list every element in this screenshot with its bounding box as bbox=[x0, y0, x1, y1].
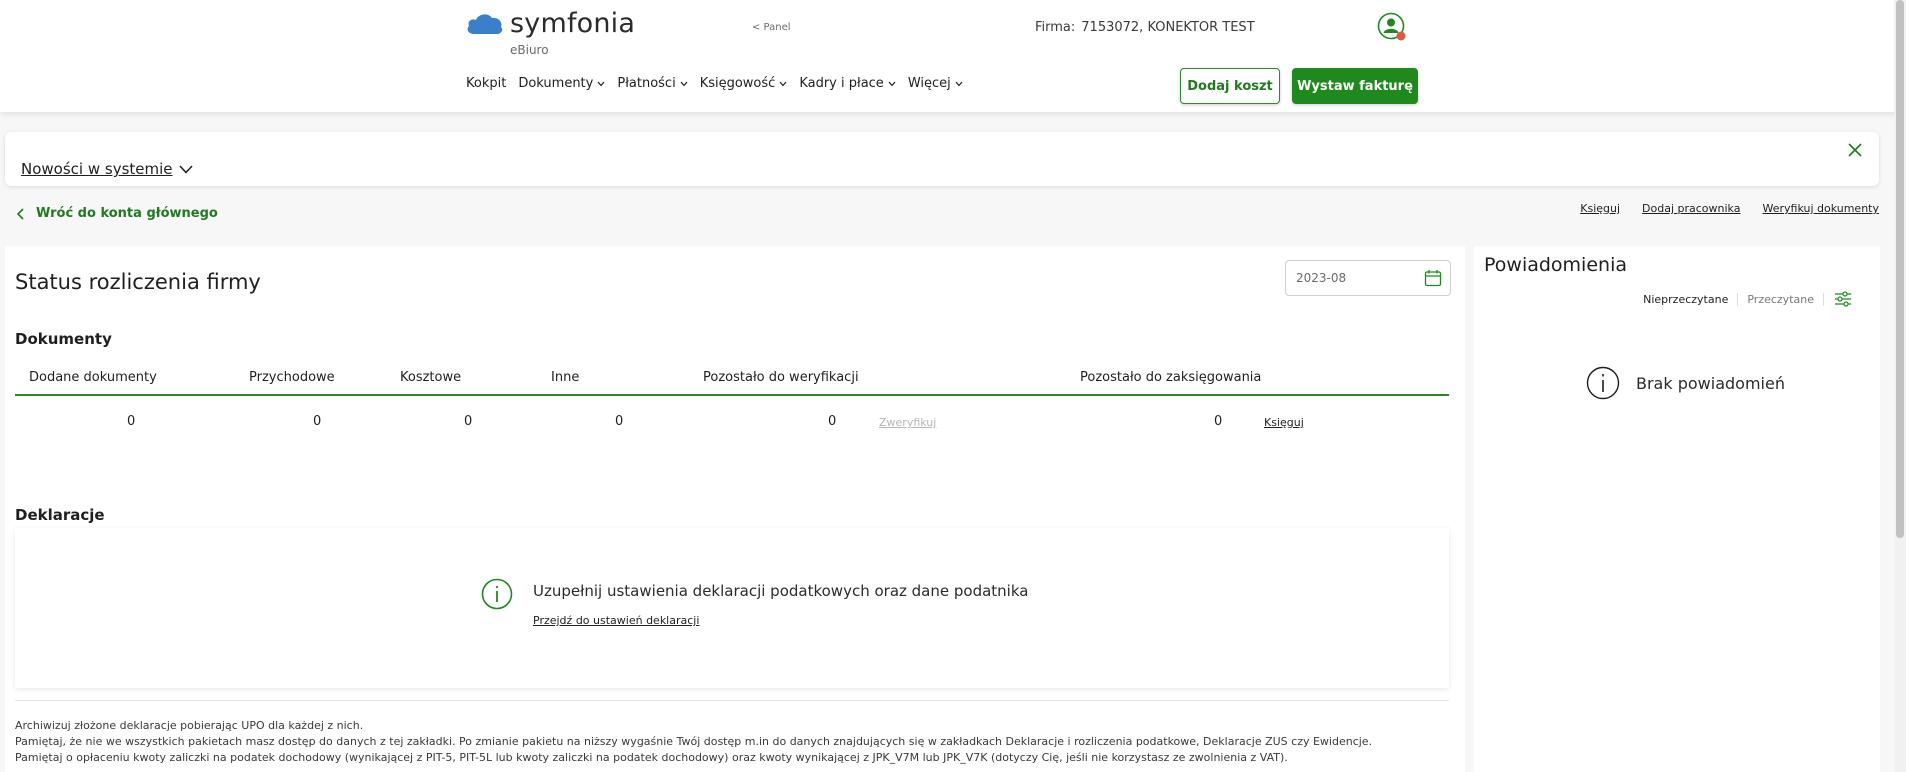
nav-label: Płatności bbox=[617, 76, 676, 91]
back-to-main-account-link[interactable]: Wróć do konta głównego bbox=[16, 206, 218, 221]
added-documents-count: 0 bbox=[127, 414, 136, 429]
other-documents-count: 0 bbox=[615, 414, 624, 429]
symfonia-logo[interactable]: symfonia bbox=[466, 6, 635, 40]
book-link[interactable]: Księguj bbox=[1580, 202, 1620, 215]
chevron-left-icon bbox=[16, 207, 24, 220]
cost-documents-count: 0 bbox=[464, 414, 473, 429]
chevron-down-icon bbox=[888, 81, 896, 86]
month-value: 2023-08 bbox=[1296, 271, 1347, 285]
declarations-notes: Archiwizuj złożone deklaracje pobierając… bbox=[15, 718, 1372, 766]
chevron-down-icon bbox=[955, 81, 963, 86]
note-line: Pamiętaj, że nie we wszystkich pakietach… bbox=[15, 735, 1373, 748]
filter-icon[interactable] bbox=[1834, 290, 1852, 308]
notifications-title: Powiadomienia bbox=[1484, 254, 1627, 276]
verify-link[interactable]: Zweryfikuj bbox=[879, 416, 936, 429]
cloud-logo-icon bbox=[467, 14, 503, 34]
main-nav: Kokpit Dokumenty Płatności Księgowość Ka… bbox=[466, 76, 975, 91]
chevron-down-icon bbox=[178, 164, 193, 174]
note-line: Pamiętaj o opłaceniu kwoty zaliczki na p… bbox=[15, 751, 1288, 764]
notifications-panel: Powiadomienia Nieprzeczytane Przeczytane… bbox=[1474, 246, 1880, 772]
calendar-icon[interactable] bbox=[1424, 269, 1442, 287]
column-header: Pozostało do weryfikacji bbox=[703, 370, 859, 385]
panel-link[interactable]: < Panel bbox=[752, 22, 791, 33]
column-header: Kosztowe bbox=[400, 370, 462, 385]
chevron-down-icon bbox=[680, 81, 688, 86]
back-label: Wróć do konta głównego bbox=[36, 206, 218, 221]
month-picker[interactable]: 2023-08 bbox=[1285, 260, 1451, 296]
documents-section-title: Dokumenty bbox=[15, 330, 112, 348]
scrollbar-thumb[interactable] bbox=[1896, 0, 1904, 538]
column-header: Przychodowe bbox=[249, 370, 335, 385]
empty-notifications: Brak powiadomień bbox=[1586, 366, 1785, 400]
logo-text: symfonia bbox=[510, 7, 636, 39]
news-toggle[interactable]: Nowości w systemie bbox=[21, 160, 193, 178]
news-label: Nowości w systemie bbox=[21, 160, 173, 178]
column-header: Dodane dokumenty bbox=[29, 370, 157, 385]
company-status-panel: Status rozliczenia firmy 2023-08 Dokumen… bbox=[5, 246, 1465, 772]
declarations-section-title: Deklaracje bbox=[15, 506, 105, 524]
empty-message: Brak powiadomień bbox=[1636, 373, 1785, 393]
firm-info: Firma: 7153072, KONEKTOR TEST bbox=[1035, 20, 1255, 35]
chevron-down-icon bbox=[779, 81, 787, 86]
nav-item-ksiegowosc[interactable]: Księgowość bbox=[700, 76, 788, 91]
column-header: Pozostało do zaksięgowania bbox=[1080, 370, 1262, 385]
verify-documents-link[interactable]: Weryfikuj dokumenty bbox=[1762, 202, 1879, 215]
user-icon[interactable] bbox=[1377, 12, 1407, 42]
tab-unread[interactable]: Nieprzeczytane bbox=[1634, 293, 1737, 306]
notifications-tabs: Nieprzeczytane Przeczytane bbox=[1634, 290, 1852, 308]
tab-read[interactable]: Przeczytane bbox=[1737, 292, 1824, 306]
info-icon bbox=[1586, 366, 1620, 400]
nav-label: Kokpit bbox=[466, 76, 507, 91]
chevron-down-icon bbox=[597, 81, 605, 86]
book-row-link[interactable]: Księguj bbox=[1264, 416, 1304, 429]
firm-label: Firma: bbox=[1035, 20, 1076, 35]
nav-label: Więcej bbox=[907, 76, 951, 91]
info-icon bbox=[481, 578, 513, 610]
declaration-settings-link[interactable]: Przejdź do ustawień deklaracji bbox=[533, 614, 699, 627]
to-book-count: 0 bbox=[1214, 414, 1223, 429]
logo-subtitle: eBiuro bbox=[510, 43, 549, 57]
add-cost-button[interactable]: Dodaj koszt bbox=[1180, 68, 1280, 104]
nav-item-wiecej[interactable]: Więcej bbox=[908, 76, 963, 91]
close-icon[interactable] bbox=[1847, 142, 1863, 158]
news-banner: Nowości w systemie bbox=[5, 132, 1879, 186]
issue-invoice-button[interactable]: Wystaw fakturę bbox=[1292, 68, 1418, 104]
declarations-message: Uzupełnij ustawienia deklaracji podatkow… bbox=[533, 582, 1029, 600]
add-employee-link[interactable]: Dodaj pracownika bbox=[1642, 202, 1740, 215]
nav-label: Kadry i płace bbox=[799, 76, 884, 91]
firm-value: 7153072, KONEKTOR TEST bbox=[1081, 20, 1255, 35]
divider bbox=[15, 700, 1449, 701]
nav-item-dokumenty[interactable]: Dokumenty bbox=[518, 76, 605, 91]
quick-links: Księguj Dodaj pracownika Weryfikuj dokum… bbox=[1558, 202, 1879, 215]
to-verify-count: 0 bbox=[828, 414, 837, 429]
column-header: Inne bbox=[551, 370, 580, 385]
nav-label: Dokumenty bbox=[518, 76, 594, 91]
page-scrollbar[interactable] bbox=[1894, 0, 1906, 772]
page-title: Status rozliczenia firmy bbox=[15, 270, 261, 294]
declarations-card: Uzupełnij ustawienia deklaracji podatkow… bbox=[15, 528, 1449, 688]
note-line: Archiwizuj złożone deklaracje pobierając… bbox=[15, 719, 364, 732]
income-documents-count: 0 bbox=[313, 414, 322, 429]
top-header: symfonia eBiuro < Panel Firma: 7153072, K… bbox=[0, 0, 1906, 112]
nav-item-kadry[interactable]: Kadry i płace bbox=[799, 76, 896, 91]
nav-item-kokpit[interactable]: Kokpit bbox=[466, 76, 506, 91]
documents-table-header: Dodane dokumenty Przychodowe Kosztowe In… bbox=[15, 364, 1449, 396]
nav-label: Księgowość bbox=[699, 76, 776, 91]
nav-item-platnosci[interactable]: Płatności bbox=[617, 76, 688, 91]
